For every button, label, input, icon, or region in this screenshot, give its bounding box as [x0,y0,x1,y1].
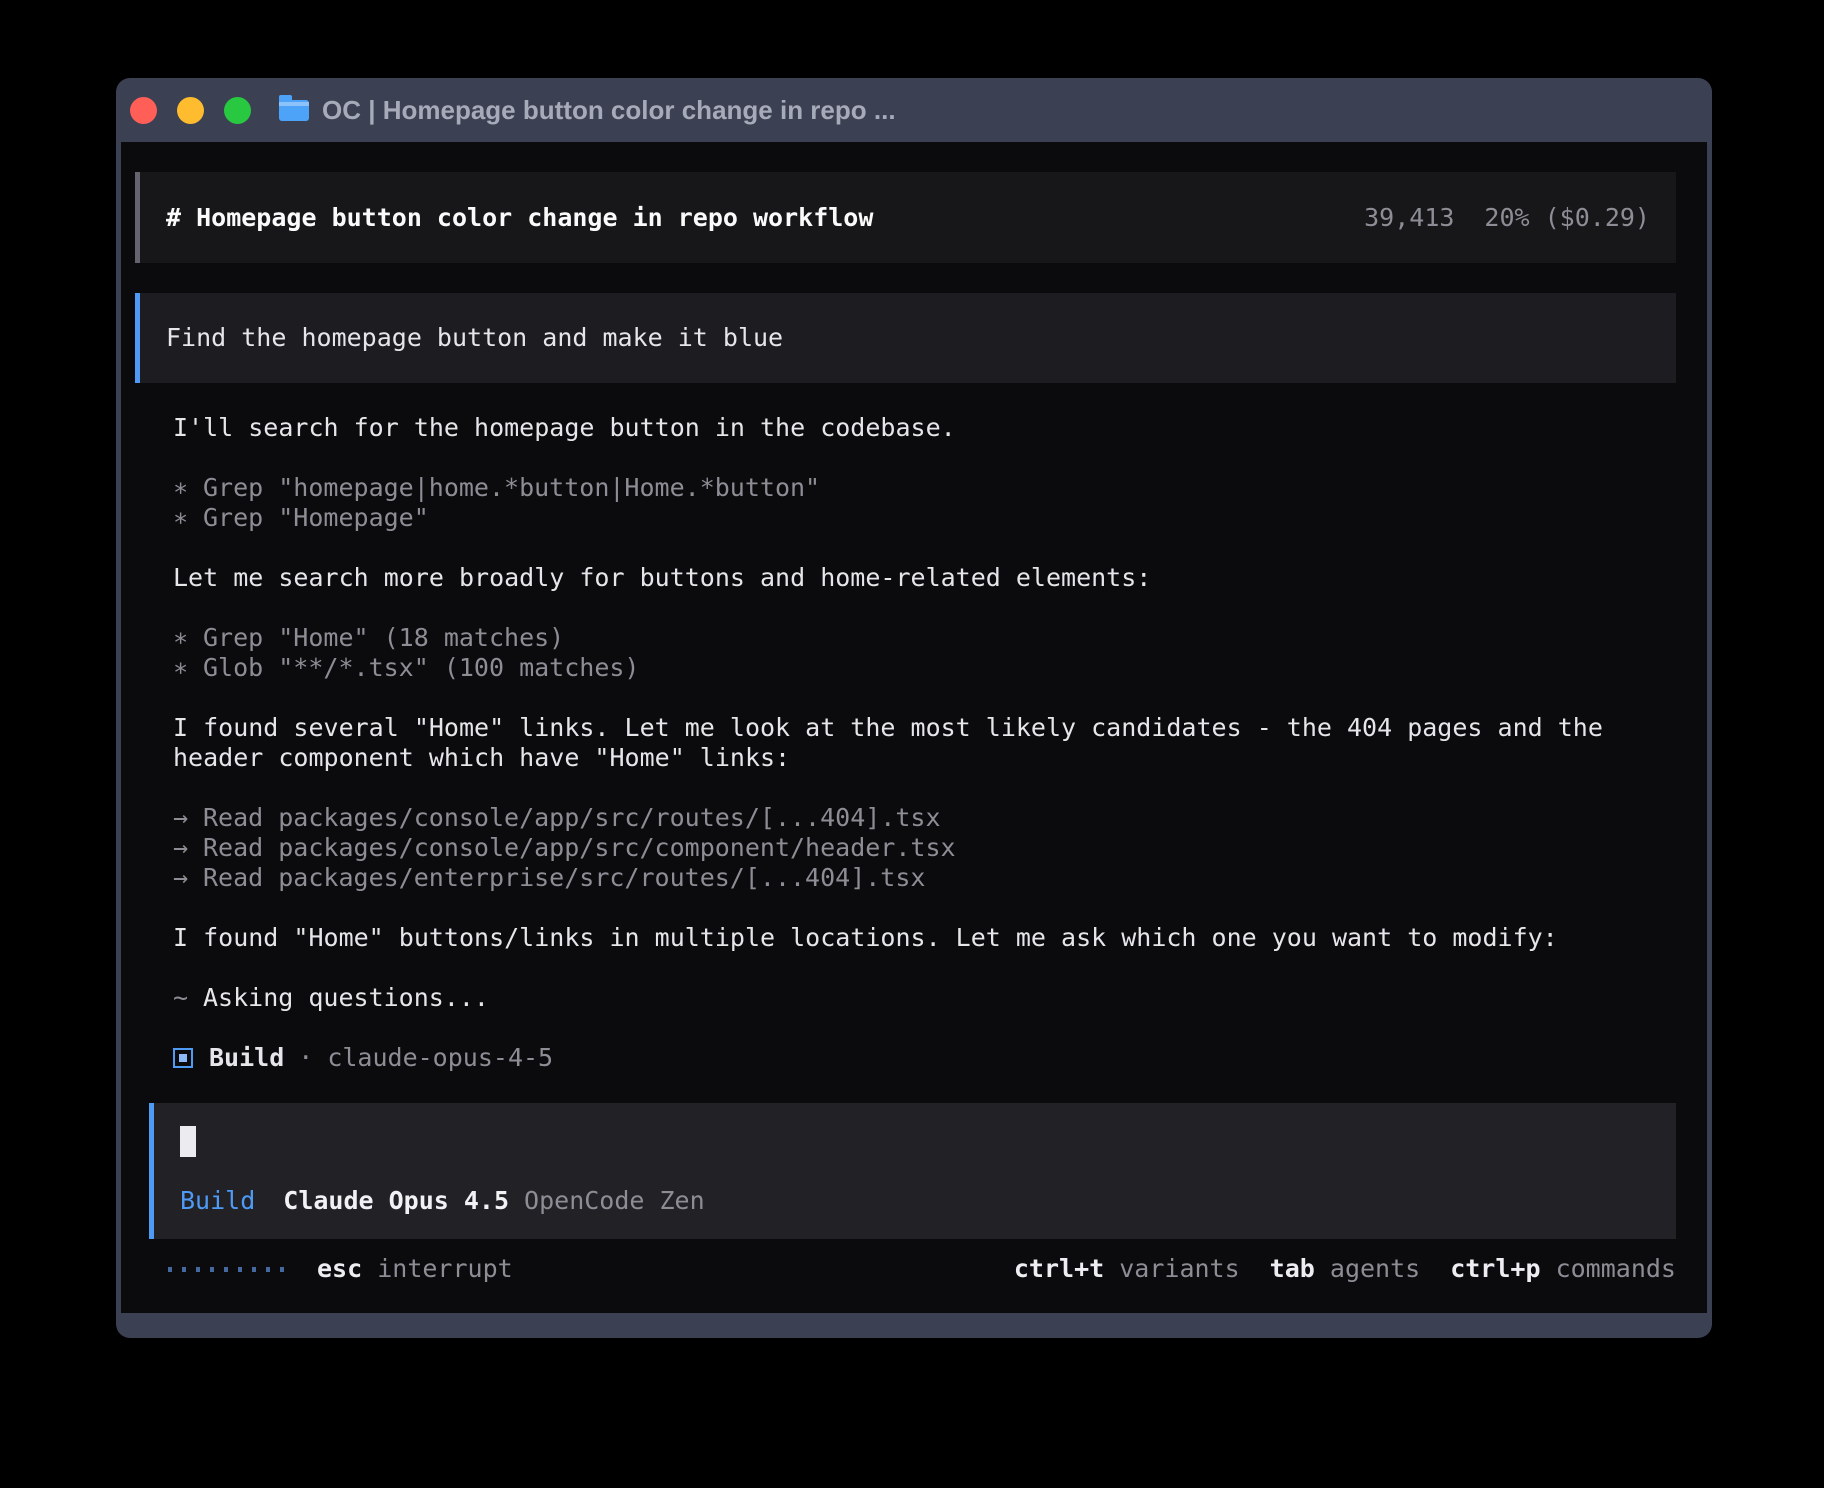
token-count: 39,413 [1364,203,1454,233]
status-tilde-icon: ~ [173,983,188,1013]
hint-key: tab [1270,1254,1315,1283]
tool-call-text: Grep "Homepage" [203,503,429,532]
input-model-label: Claude Opus 4.5 [283,1186,509,1216]
tool-call-text: Read packages/console/app/src/routes/[..… [203,803,941,832]
tool-call: ∗ Grep "Homepage" [173,503,1676,533]
tool-call: ∗ Grep "Home" (18 matches) [173,623,1676,653]
user-message-text: Find the homepage button and make it blu… [166,323,783,353]
terminal-window: OC | Homepage button color change in rep… [116,78,1712,1338]
agent-separator: · [298,1043,313,1073]
tool-bullet-icon: ∗ [173,473,188,503]
tool-call: ∗ Glob "**/*.tsx" (100 matches) [173,653,1676,683]
tool-bullet-icon: ∗ [173,623,188,653]
folder-icon [279,100,309,121]
tool-call-group: → Read packages/console/app/src/routes/[.… [173,803,1676,893]
input-provider-label: OpenCode Zen [524,1186,705,1216]
working-status: ~ Asking questions... [173,983,1676,1013]
spinner-dot [196,1267,200,1272]
zoom-button[interactable] [224,97,251,124]
hint-key: ctrl+t [1014,1254,1104,1283]
hint-label: commands [1556,1254,1676,1283]
read-arrow-icon: → [173,803,188,833]
tool-call: ∗ Grep "homepage|home.*button|Home.*butto… [173,473,1676,503]
agent-build-icon [173,1048,193,1068]
session-header: # Homepage button color change in repo w… [135,172,1676,263]
spinner-dot [252,1267,256,1272]
tool-call: → Read packages/console/app/src/component… [173,833,1676,863]
tool-call: → Read packages/console/app/src/routes/[.… [173,803,1676,833]
hint-interrupt: esc interrupt [317,1254,513,1284]
tool-call-text: Read packages/console/app/src/component/… [203,833,956,862]
hint-variants: ctrl+t variants [1014,1254,1240,1284]
spinner-dot [182,1267,186,1272]
tool-bullet-icon: ∗ [173,653,188,683]
tool-call-group: ∗ Grep "homepage|home.*button|Home.*butto… [173,473,1676,533]
status-bar: esc interrupt ctrl+t variants tab agents… [149,1254,1676,1284]
session-title: # Homepage button color change in repo w… [166,203,873,233]
tool-call-text: Glob "**/*.tsx" (100 matches) [203,653,640,682]
hint-label: agents [1330,1254,1420,1283]
tool-call-text: Read packages/enterprise/src/routes/[...… [203,863,925,892]
window-title: OC | Homepage button color change in rep… [322,95,896,126]
read-arrow-icon: → [173,833,188,863]
spinner-dot [168,1267,172,1272]
assistant-paragraph: I'll search for the homepage button in t… [173,413,1676,443]
spinner-dot [238,1267,242,1272]
tool-call-text: Grep "Home" (18 matches) [203,623,564,652]
status-text: Asking questions... [203,983,489,1012]
tool-call-group: ∗ Grep "Home" (18 matches) ∗ Glob "**/*.ts… [173,623,1676,683]
model-selector[interactable]: Build Claude Opus 4.5 OpenCode Zen [180,1186,1650,1216]
assistant-paragraph: I found "Home" buttons/links in multiple… [173,923,1676,953]
minimize-button[interactable] [177,97,204,124]
hint-label: variants [1119,1254,1239,1283]
read-arrow-icon: → [173,863,188,893]
spinner-dot [210,1267,214,1272]
hint-commands: ctrl+p commands [1450,1254,1676,1284]
tool-call-text: Grep "homepage|home.*button|Home.*button… [203,473,820,502]
close-button[interactable] [130,97,157,124]
spinner-dot [266,1267,270,1272]
assistant-paragraph: I found several "Home" links. Let me loo… [173,713,1676,773]
hint-key: ctrl+p [1450,1254,1540,1283]
traffic-lights [130,97,251,124]
spinner-dots [168,1267,284,1272]
session-stats: 39,413 20% ($0.29) [1364,203,1650,233]
agent-indicator: Build · claude-opus-4-5 [173,1043,1676,1073]
spinner-dot [224,1267,228,1272]
tool-bullet-icon: ∗ [173,503,188,533]
context-usage: 20% ($0.29) [1484,203,1650,233]
spinner-dot [280,1267,284,1272]
terminal-content: # Homepage button color change in repo w… [121,142,1707,1313]
hint-agents: tab agents [1270,1254,1421,1284]
user-message: Find the homepage button and make it blu… [135,293,1676,383]
assistant-paragraph: Let me search more broadly for buttons a… [173,563,1676,593]
hint-key: esc [317,1254,362,1283]
hint-label: interrupt [377,1254,512,1283]
status-bar-left: esc interrupt [149,1254,513,1284]
status-bar-right: ctrl+t variants tab agents ctrl+p comman… [984,1254,1676,1284]
agent-name: Build [209,1043,284,1073]
tool-call: → Read packages/enterprise/src/routes/[..… [173,863,1676,893]
titlebar: OC | Homepage button color change in rep… [116,78,1712,142]
text-cursor [180,1126,196,1157]
prompt-input[interactable]: Build Claude Opus 4.5 OpenCode Zen [149,1103,1676,1239]
input-agent-label: Build [180,1186,255,1216]
agent-model: claude-opus-4-5 [327,1043,553,1073]
